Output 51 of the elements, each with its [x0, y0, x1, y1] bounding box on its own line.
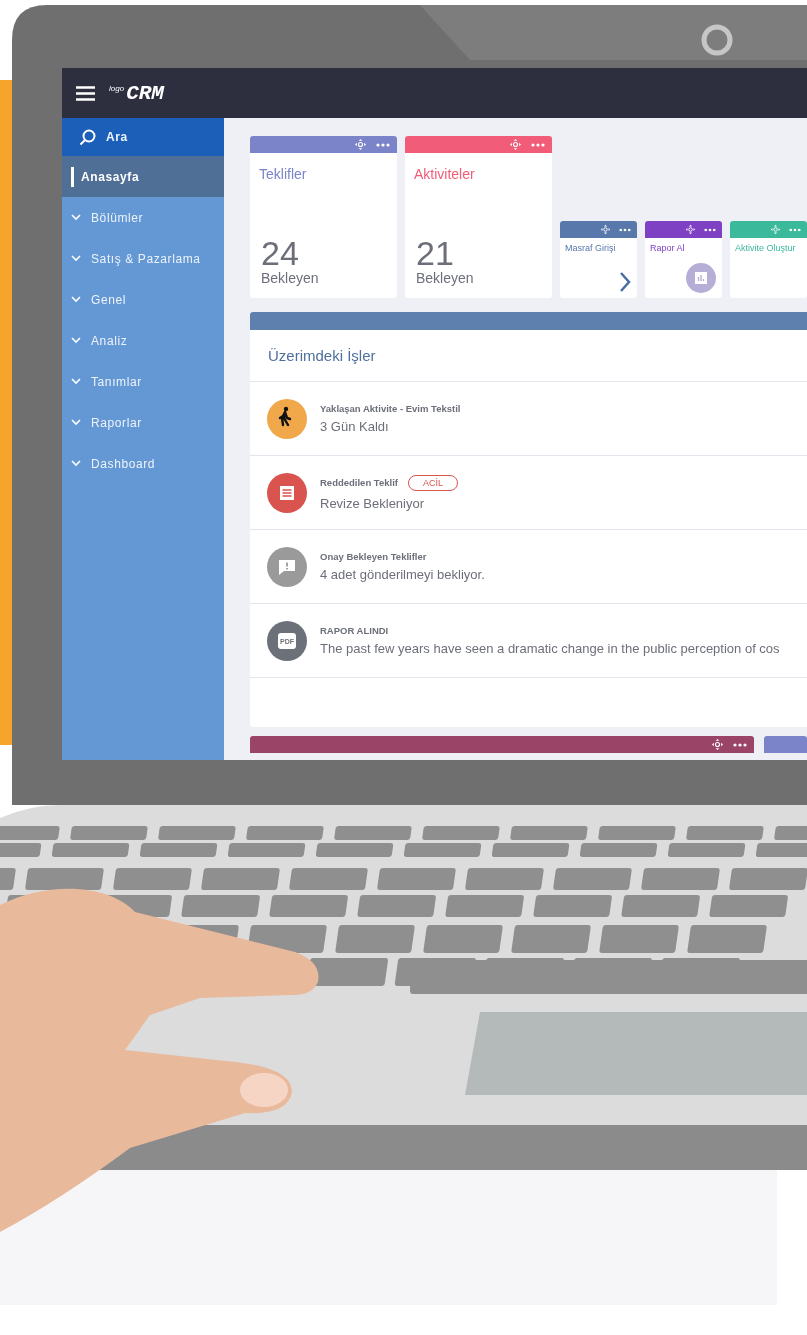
move-icon[interactable]	[712, 739, 723, 750]
chevron-down-icon	[71, 214, 81, 221]
task-item[interactable]: Onay Bekleyen Teklifler 4 adet gönderilmeyi bekliyor.	[250, 530, 807, 604]
task-item[interactable]: Reddedilen Teklif ACİL Revize Bekleniyor	[250, 456, 807, 530]
card-title: Aktiviteler	[414, 166, 476, 182]
chevron-down-icon	[71, 460, 81, 467]
move-icon[interactable]	[510, 139, 521, 150]
bar-chart-icon[interactable]	[686, 263, 716, 293]
count-value: 24	[261, 236, 300, 270]
card-title[interactable]: Masraf Girişi	[565, 242, 637, 254]
count-value: 21	[416, 236, 455, 270]
menu-icon[interactable]	[76, 85, 95, 101]
sidebar-item[interactable]: Anasayfa	[62, 156, 224, 197]
sidebar-item[interactable]: Satış & Pazarlama	[62, 238, 224, 279]
sidebar-item[interactable]: Genel	[62, 279, 224, 320]
task-subtitle: 4 adet gönderilmeyi bekliyor.	[320, 567, 485, 582]
chevron-down-icon	[71, 419, 81, 426]
move-icon[interactable]	[355, 139, 366, 150]
more-icon[interactable]	[531, 142, 545, 147]
task-title: Onay Bekleyen Teklifler	[320, 551, 427, 562]
chevron-down-icon	[71, 337, 81, 344]
sidebar-item[interactable]: Ara	[62, 118, 224, 156]
sidebar-item[interactable]: Tanımlar	[62, 361, 224, 402]
task-title: Yaklaşan Aktivite - Evim Tekstil	[320, 403, 461, 414]
count-caption: Bekleyen	[416, 270, 475, 286]
sidebar-item[interactable]: Dashboard	[62, 443, 224, 484]
move-icon[interactable]	[600, 224, 611, 235]
more-icon[interactable]	[376, 142, 390, 147]
task-item[interactable]: Yaklaşan Aktivite - Evim Tekstil 3 Gün Kaldı	[250, 382, 807, 456]
more-icon[interactable]	[704, 227, 716, 232]
task-subtitle: Revize Bekleniyor	[320, 495, 426, 511]
chevron-down-icon	[71, 378, 81, 385]
task-title: Reddedilen Teklif	[320, 477, 398, 488]
task-title: RAPOR ALINDI	[320, 625, 389, 636]
card-title[interactable]: Aktivite Oluştur	[735, 242, 807, 254]
chevron-right-icon[interactable]	[619, 271, 631, 293]
count-caption: Bekleyen	[261, 270, 320, 286]
sidebar-item[interactable]: Bölümler	[62, 197, 224, 238]
sidebar-item[interactable]: Analiz	[62, 320, 224, 361]
task-subtitle: The past few years have seen a dramatic change in the public perception of cos	[320, 641, 780, 656]
sidebar-item[interactable]: Raporlar	[62, 402, 224, 443]
move-icon[interactable]	[685, 224, 696, 235]
more-icon[interactable]	[619, 227, 631, 232]
card-title: Teklifler	[259, 166, 308, 182]
card-title[interactable]: Rapor Al	[650, 242, 722, 254]
task-subtitle: 3 Gün Kaldı	[320, 419, 390, 434]
search-icon	[79, 128, 96, 146]
panel-title: Üzerimdeki İşler	[250, 330, 807, 382]
chevron-down-icon	[71, 255, 81, 262]
more-icon[interactable]	[733, 742, 747, 747]
chevron-down-icon	[71, 296, 81, 303]
